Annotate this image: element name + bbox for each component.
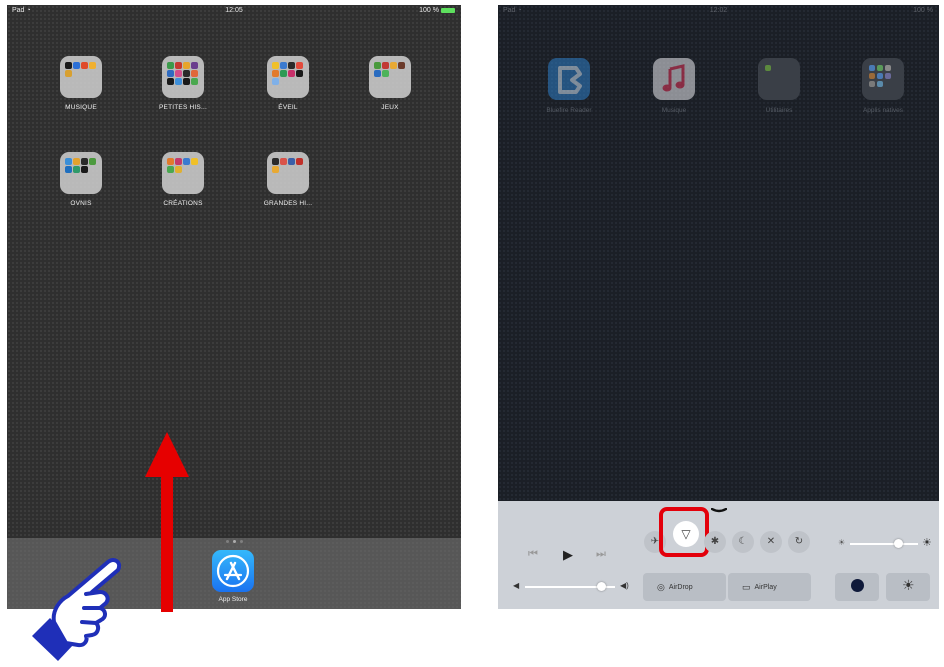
mute-toggle[interactable]: ✕ <box>760 531 782 553</box>
play-icon[interactable]: ▶ <box>563 547 573 563</box>
folder-petites-histoires[interactable]: PETITES HIS... <box>138 56 228 126</box>
previous-track-icon[interactable]: ⏮ <box>528 548 538 561</box>
bell-mute-icon: ✕ <box>766 536 776 547</box>
brightness-slider[interactable] <box>850 539 918 548</box>
folder-label: JEUX <box>381 104 399 111</box>
app-label: Bluefire Reader <box>546 107 592 114</box>
grabber-handle-icon[interactable] <box>711 508 727 513</box>
app-bluefire-reader[interactable]: Bluefire Reader <box>528 58 608 128</box>
brightness-high-icon: ☀ <box>922 537 932 549</box>
airplay-button[interactable]: ▭ AirPlay <box>728 573 811 601</box>
folder-icon <box>267 56 309 98</box>
status-bar: Pad ◔ 12:02 100 % <box>498 5 939 19</box>
folder-label: OVNIS <box>70 200 92 207</box>
brightness-low-icon: ☀ <box>838 538 846 547</box>
airplay-icon: ▭ <box>742 582 751 592</box>
do-not-disturb-toggle[interactable]: ☾ <box>732 531 754 553</box>
folder-label: CRÉATIONS <box>163 200 203 207</box>
airplane-icon: ✈ <box>650 536 660 547</box>
timer-button[interactable] <box>835 573 879 601</box>
folder-icon <box>369 56 411 98</box>
folder-icon <box>60 56 102 98</box>
battery-indicator: 100 % <box>419 7 455 14</box>
folder-creations[interactable]: CRÉATIONS <box>138 152 228 222</box>
folder-musique[interactable]: MUSIQUE <box>36 56 126 126</box>
folder-grandes-histoires[interactable]: GRANDES HI... <box>243 152 333 222</box>
app-musique[interactable]: Musique <box>633 58 713 128</box>
airdrop-button[interactable]: ◎ AirDrop <box>643 573 726 601</box>
rotation-lock-icon: ↻ <box>794 536 804 547</box>
folder-eveil[interactable]: ÉVEIL <box>243 56 333 126</box>
bluetooth-toggle[interactable]: ✱ <box>704 531 726 553</box>
night-shift-icon: ☀ <box>902 577 915 593</box>
app-store-icon[interactable] <box>212 550 254 592</box>
folder-applis-natives[interactable]: Applis natives <box>842 58 922 128</box>
app-label: Musique <box>661 107 687 114</box>
timer-icon <box>851 579 864 592</box>
app-store-label: App Store <box>218 596 248 603</box>
swipe-up-arrow-icon <box>145 432 189 612</box>
folder-label: ÉVEIL <box>278 104 298 111</box>
left-ipad-home-screen: Pad ◔ 12:05 100 % MUSIQUE PETITES HIS...… <box>7 5 461 609</box>
folder-label: GRANDES HI... <box>263 200 313 207</box>
pointing-hand-icon <box>32 558 121 661</box>
folder-icon <box>758 58 800 100</box>
folder-jeux[interactable]: JEUX <box>345 56 435 126</box>
music-note-icon <box>653 58 695 100</box>
clock-label: 12:02 <box>709 7 728 14</box>
folder-utilitaires[interactable]: Utilitaires <box>738 58 818 128</box>
moon-icon: ☾ <box>738 536 748 547</box>
folder-icon <box>162 152 204 194</box>
app-label: Applis natives <box>862 107 904 114</box>
brightness-slider-knob[interactable] <box>894 539 904 548</box>
volume-high-icon: ◀) <box>620 581 629 590</box>
wifi-highlight-box <box>659 507 709 557</box>
bluetooth-icon: ✱ <box>710 536 720 547</box>
folder-icon <box>267 152 309 194</box>
right-ipad-control-center-screen: Pad ◔ 12:02 100 % Bluefire Reader Musiqu… <box>498 5 939 609</box>
battery-icon <box>441 7 455 13</box>
rotation-lock-toggle[interactable]: ↻ <box>788 531 810 553</box>
bluefire-reader-icon <box>548 58 590 100</box>
folder-icon <box>862 58 904 100</box>
volume-low-icon: ◀ <box>513 581 520 590</box>
night-shift-button[interactable]: ☀ <box>886 573 930 601</box>
folder-ovnis[interactable]: OVNIS <box>36 152 126 222</box>
battery-indicator: 100 % <box>913 7 933 14</box>
folder-icon <box>162 56 204 98</box>
next-track-icon[interactable]: ⏭ <box>596 548 606 561</box>
control-center-panel[interactable]: ⏮ ▶ ⏭ ✈ ▽ ✱ ☾ ✕ ↻ ☀ ☀ ◀ ◀) ◎ AirDrop ▭ Air… <box>498 501 939 609</box>
volume-slider-knob[interactable] <box>597 582 606 591</box>
status-bar: Pad ◔ 12:05 100 % <box>7 5 461 19</box>
airdrop-icon: ◎ <box>657 582 665 592</box>
folder-label: MUSIQUE <box>65 104 97 111</box>
volume-slider[interactable] <box>525 582 615 591</box>
app-label: Utilitaires <box>765 107 793 114</box>
clock-label: 12:05 <box>225 7 243 14</box>
folder-label: PETITES HIS... <box>159 104 207 111</box>
folder-icon <box>60 152 102 194</box>
